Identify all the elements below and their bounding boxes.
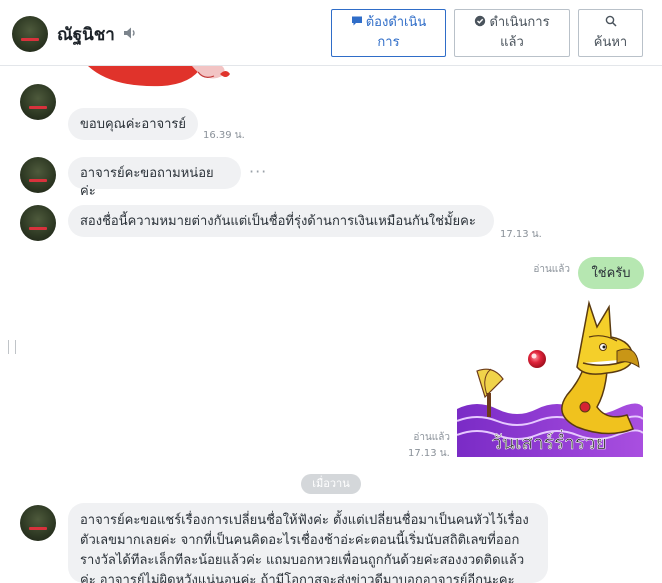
message-bubble[interactable]: อาจารย์คะขอแชร์เรื่องการเปลี่ยนชื่อให้ฟั… [68,503,548,583]
my-message-bubble[interactable]: ใช่ครับ [578,257,644,289]
speaker-icon[interactable] [122,25,138,41]
message-bubble[interactable]: สองชื่อนี้ความหมายต่างกันแต่เป็นชื่อที่ร… [68,205,494,237]
chat-header: ณัฐนิชา ต้องดำเนิน การ ดำเนินการ แล้ว ค้… [0,0,662,66]
message-line: อาจารย์คะขอแชร์เรื่องการเปลี่ยนชื่อให้ฟั… [80,513,529,528]
sender-avatar[interactable] [20,157,56,193]
partial-sticker [88,66,230,87]
read-receipt: อ่านแล้ว [533,264,570,275]
contact-name[interactable]: ณัฐนิชา [57,21,115,48]
todo-label-2: การ [377,35,400,50]
search-button[interactable]: ค้นหา [578,9,643,57]
done-label-1: ดำเนินการ [489,15,550,30]
message-time: 16.39 น. [203,130,245,141]
search-icon [605,15,617,27]
message-time: 17.13 น. [408,448,450,459]
todo-label-1: ต้องดำเนิน [365,15,427,30]
message-time: 17.13 น. [500,229,542,240]
message-text: ขอบคุณค่ะอาจารย์ [80,117,187,132]
more-options-button[interactable]: ··· [249,162,267,181]
message-line: ตัวเลขมากเลยค่ะ จากที่เป็นคนคิดอะไรเชื่อ… [80,533,520,548]
message-text: อาจารย์คะขอถามหน่อยค่ะ [80,166,214,199]
sticker-message[interactable]: วันเสาร์ร่ำรวย [456,297,644,457]
todo-button[interactable]: ต้องดำเนิน การ [331,9,446,57]
sticker-caption: วันเสาร์ร่ำรวย [491,429,607,454]
resize-handle[interactable] [8,340,16,354]
sender-avatar[interactable] [20,84,56,120]
message-line: รางวัลได้ทีละเล็กทีละน้อยแล้วค่ะ แถมบอกห… [80,553,525,568]
message-bubble[interactable]: ขอบคุณค่ะอาจารย์ [68,108,198,140]
message-text: ใช่ครับ [591,266,631,281]
check-bubble-icon [475,15,486,27]
sender-avatar[interactable] [20,205,56,241]
chat-bubble-icon [351,16,362,26]
contact-avatar[interactable] [12,16,48,52]
message-line: ค่ะ อาจารย์ไม่ผิดหวังแน่นอนค่ะ ถ้ามีโอกา… [80,573,515,583]
date-separator: เมื่อวาน [301,474,361,494]
search-label: ค้นหา [593,35,628,50]
done-label-2: แล้ว [500,35,524,50]
read-receipt: อ่านแล้ว [413,432,450,443]
sender-avatar[interactable] [20,505,56,541]
message-bubble[interactable]: อาจารย์คะขอถามหน่อยค่ะ [68,157,241,199]
done-button[interactable]: ดำเนินการ แล้ว [454,9,570,57]
message-text: สองชื่อนี้ความหมายต่างกันแต่เป็นชื่อที่ร… [80,214,476,229]
naga-sticker-image: วันเสาร์ร่ำรวย [456,300,644,457]
